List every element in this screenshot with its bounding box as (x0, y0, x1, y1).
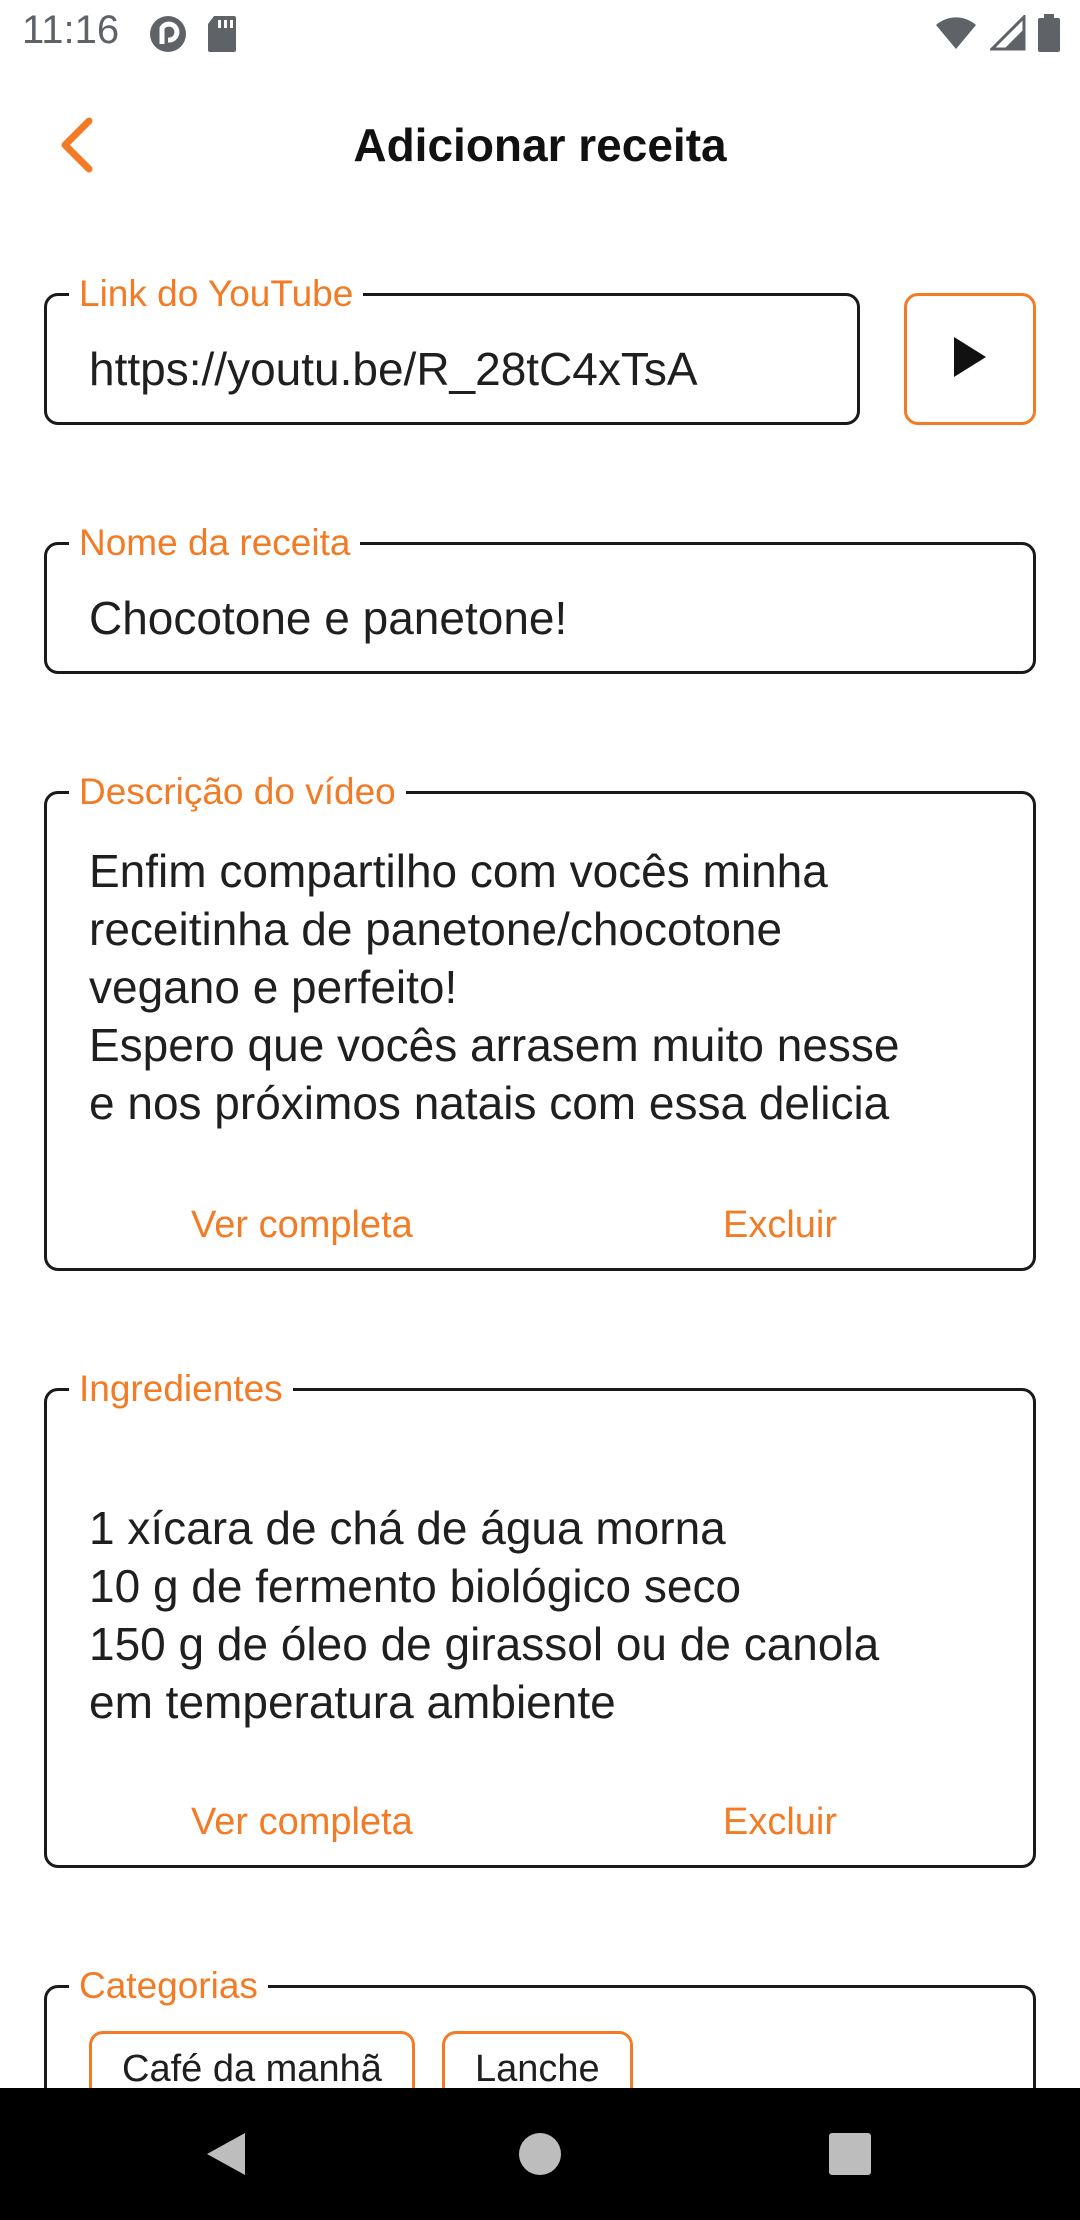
nav-home-button[interactable] (500, 2116, 580, 2196)
circle-home-icon (515, 2129, 565, 2184)
youtube-link-label: Link do YouTube (69, 272, 364, 316)
play-button[interactable] (904, 293, 1036, 425)
video-description-view-full-button[interactable]: Ver completa (191, 1204, 413, 1247)
app-bar: Adicionar receita (0, 96, 1080, 196)
play-icon (952, 335, 988, 384)
recipe-name-label: Nome da receita (69, 521, 361, 565)
ingredients-text[interactable]: 1 xícara de chá de água morna 10 g de fe… (89, 1499, 991, 1731)
ingredients-delete-button[interactable]: Excluir (723, 1801, 837, 1844)
square-recents-icon (827, 2131, 873, 2182)
video-description-label: Descrição do vídeo (69, 770, 406, 814)
nav-recents-button[interactable] (810, 2116, 890, 2196)
signal-icon (988, 13, 1026, 56)
ingredients-view-full-button[interactable]: Ver completa (191, 1801, 413, 1844)
navigation-bar (0, 2088, 1080, 2220)
triangle-back-icon (201, 2129, 251, 2184)
youtube-link-field[interactable]: Link do YouTube https://youtu.be/R_28tC4… (44, 272, 860, 425)
status-time: 11:16 (22, 8, 120, 52)
categories-label: Categorias (69, 1964, 268, 2008)
wifi-icon (934, 15, 978, 56)
page-title: Adicionar receita (353, 119, 727, 171)
sd-card-icon (206, 14, 238, 59)
video-description-text[interactable]: Enfim compartilho com vocês minha receit… (89, 842, 991, 1132)
video-description-delete-button[interactable]: Excluir (723, 1204, 837, 1247)
ingredients-field: Ingredientes 1 xícara de chá de água mor… (44, 1367, 1036, 1868)
recipe-name-field[interactable]: Nome da receita Chocotone e panetone! (44, 521, 1036, 674)
battery-icon (1038, 14, 1060, 57)
pocket-casts-icon (148, 14, 188, 59)
youtube-link-input[interactable]: https://youtu.be/R_28tC4xTsA (89, 340, 815, 398)
nav-back-button[interactable] (186, 2116, 266, 2196)
recipe-name-input[interactable]: Chocotone e panetone! (89, 589, 991, 647)
video-description-field: Descrição do vídeo Enfim compartilho com… (44, 770, 1036, 1271)
ingredients-label: Ingredientes (69, 1367, 293, 1411)
status-bar: 11:16 (0, 0, 1080, 66)
